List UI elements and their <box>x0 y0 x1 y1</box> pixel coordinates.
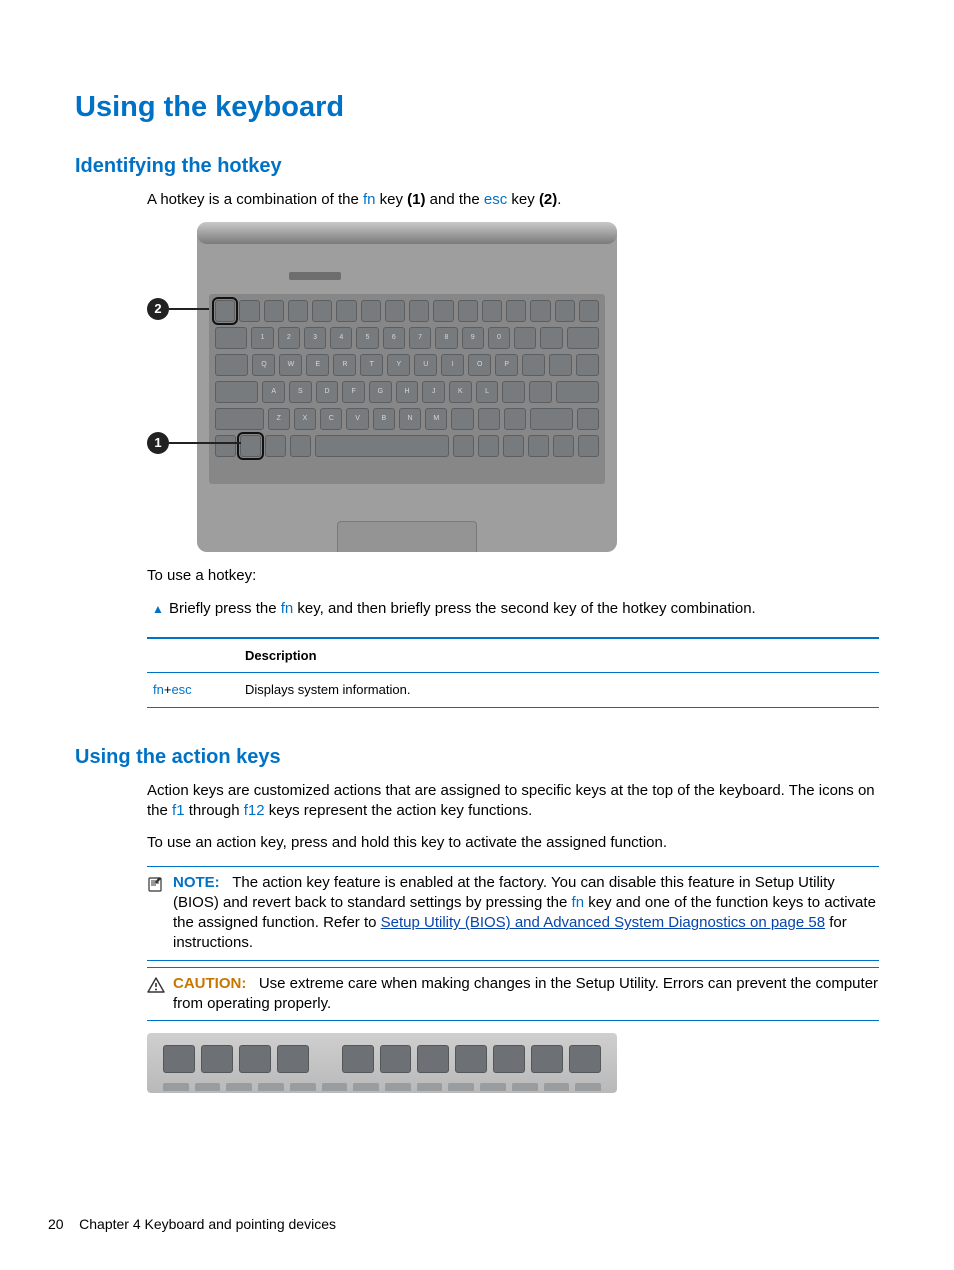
hotkey-intro-paragraph: A hotkey is a combination of the fn key … <box>147 190 879 210</box>
table-header-blank <box>147 638 239 673</box>
fn-key-label: fn <box>363 191 376 208</box>
text: key <box>507 191 539 208</box>
fn-key-label: fn <box>153 682 164 697</box>
f1-key-label: f1 <box>172 802 185 819</box>
callout-ref-2: (2) <box>539 191 557 208</box>
esc-key-label: esc <box>171 682 191 697</box>
heading-using-keyboard: Using the keyboard <box>75 88 879 127</box>
text: through <box>185 802 244 819</box>
note-text: NOTE: The action key feature is enabled … <box>173 873 879 954</box>
text: key, and then briefly press the second k… <box>293 600 756 617</box>
esc-key-label: esc <box>484 191 507 208</box>
hotkey-cell: fn+esc <box>147 673 239 708</box>
action-keys-paragraph-2: To use an action key, press and hold thi… <box>147 833 879 853</box>
keyboard-figure: 12345 67890 QWERT YUIOP ASDFG HJKL <box>147 222 617 552</box>
to-use-hotkey-label: To use a hotkey: <box>147 566 879 586</box>
chapter-label: Chapter 4 Keyboard and pointing devices <box>79 1216 336 1232</box>
step-marker-icon: ▲ <box>147 601 169 619</box>
step-text: Briefly press the fn key, and then brief… <box>169 599 879 619</box>
fn-key-illustration <box>240 435 261 457</box>
callout-2: 2 <box>147 298 169 320</box>
callout-2-line <box>169 308 209 310</box>
text: . <box>557 191 561 208</box>
text: A hotkey is a combination of the <box>147 191 363 208</box>
caution-text: CAUTION: Use extreme care when making ch… <box>173 974 879 1015</box>
table-row: fn+esc Displays system information. <box>147 673 879 708</box>
laptop-illustration: 12345 67890 QWERT YUIOP ASDFG HJKL <box>197 222 617 552</box>
note-block: NOTE: The action key feature is enabled … <box>147 866 879 961</box>
table-header-description: Description <box>239 638 879 673</box>
keyboard-illustration: 12345 67890 QWERT YUIOP ASDFG HJKL <box>209 294 605 484</box>
function-keys-figure <box>147 1033 617 1093</box>
section-identifying-body: A hotkey is a combination of the fn key … <box>147 190 879 708</box>
callout-1-line <box>169 442 241 444</box>
touchpad-illustration <box>337 521 477 552</box>
description-cell: Displays system information. <box>239 673 879 708</box>
page-number: 20 <box>48 1216 64 1232</box>
text: key <box>375 191 407 208</box>
hotkey-table: Description fn+esc Displays system infor… <box>147 637 879 708</box>
fn-key-label: fn <box>572 894 585 911</box>
caution-block: CAUTION: Use extreme care when making ch… <box>147 967 879 1022</box>
step-row: ▲ Briefly press the fn key, and then bri… <box>147 599 879 619</box>
page-footer: 20 Chapter 4 Keyboard and pointing devic… <box>48 1215 336 1234</box>
heading-using-action-keys: Using the action keys <box>75 744 879 771</box>
text: Use extreme care when making changes in … <box>173 975 878 1012</box>
document-page: Using the keyboard Identifying the hotke… <box>0 0 954 1270</box>
fn-key-label: fn <box>281 600 294 617</box>
action-keys-paragraph-1: Action keys are customized actions that … <box>147 781 879 822</box>
section-action-body: Action keys are customized actions that … <box>147 781 879 1093</box>
setup-utility-link[interactable]: Setup Utility (BIOS) and Advanced System… <box>381 914 825 931</box>
callout-1: 1 <box>147 432 169 454</box>
note-label: NOTE: <box>173 874 220 891</box>
esc-key-illustration <box>215 300 235 322</box>
text: keys represent the action key functions. <box>265 802 533 819</box>
caution-label: CAUTION: <box>173 975 246 992</box>
f12-key-label: f12 <box>244 802 265 819</box>
text: and the <box>426 191 484 208</box>
heading-identifying-hotkey: Identifying the hotkey <box>75 153 879 180</box>
text: Briefly press the <box>169 600 281 617</box>
vent-illustration <box>289 272 341 280</box>
caution-icon <box>147 976 165 1015</box>
callout-ref-1: (1) <box>407 191 425 208</box>
note-icon <box>147 875 165 954</box>
